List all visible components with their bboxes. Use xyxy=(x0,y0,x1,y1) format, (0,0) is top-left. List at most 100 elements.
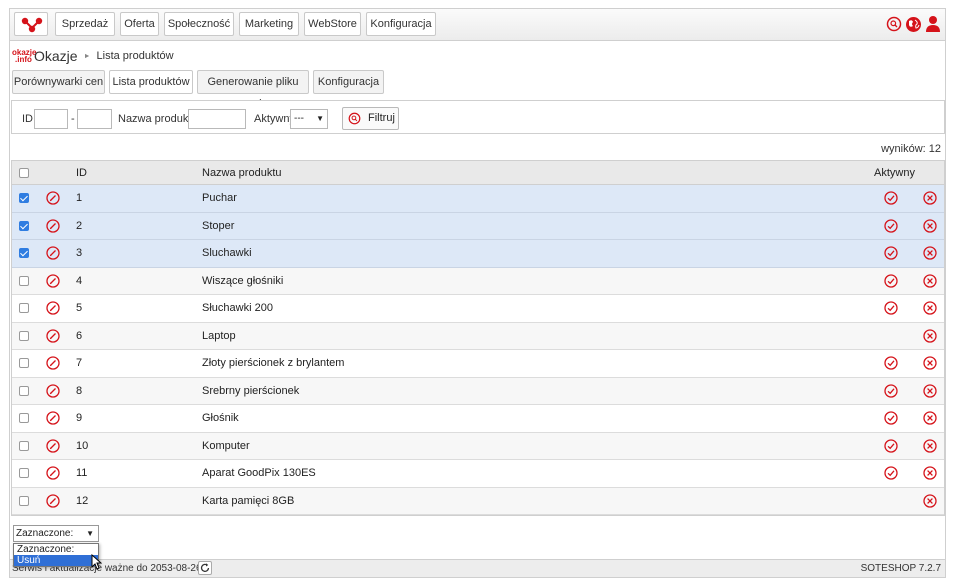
edit-icon[interactable] xyxy=(46,466,60,480)
search-icon[interactable] xyxy=(886,16,902,32)
active-check-icon[interactable] xyxy=(884,301,898,315)
row-name[interactable]: Słuchawki 200 xyxy=(202,302,273,314)
active-select[interactable]: --- ▼ xyxy=(290,109,328,129)
table-row[interactable]: 4 Wiszące głośniki xyxy=(12,267,944,295)
row-name[interactable]: Złoty pierścionek z brylantem xyxy=(202,357,344,369)
table-row[interactable]: 10 Komputer xyxy=(12,432,944,460)
row-name[interactable]: Aparat GoodPix 130ES xyxy=(202,467,316,479)
header-active[interactable]: Aktywny xyxy=(874,167,915,179)
tab-generowanie-pliku-xml[interactable]: Generowanie pliku xml xyxy=(197,70,309,110)
edit-icon[interactable] xyxy=(46,384,60,398)
bulk-option-usun[interactable]: Usuń xyxy=(14,555,98,566)
tab-porownywarki-cen[interactable]: Porównywarki cen xyxy=(12,70,105,94)
edit-icon[interactable] xyxy=(46,411,60,425)
row-checkbox[interactable] xyxy=(19,495,29,506)
product-name-input[interactable] xyxy=(188,109,246,129)
nav-sprzedaz[interactable]: Sprzedaż xyxy=(55,12,115,36)
delete-icon[interactable] xyxy=(923,301,937,315)
table-row[interactable]: 12 Karta pamięci 8GB xyxy=(12,487,944,515)
edit-icon[interactable] xyxy=(46,219,60,233)
active-check-icon[interactable] xyxy=(884,274,898,288)
header-id[interactable]: ID xyxy=(76,167,87,179)
edit-icon[interactable] xyxy=(46,274,60,288)
row-name[interactable]: Puchar xyxy=(202,192,237,204)
row-name[interactable]: Wiszące głośniki xyxy=(202,275,283,287)
edit-icon[interactable] xyxy=(46,191,60,205)
home-logo-button[interactable] xyxy=(14,12,48,36)
active-check-icon[interactable] xyxy=(884,411,898,425)
delete-icon[interactable] xyxy=(923,439,937,453)
delete-icon[interactable] xyxy=(923,384,937,398)
delete-icon[interactable] xyxy=(923,274,937,288)
refresh-button[interactable] xyxy=(198,561,212,575)
table-row[interactable]: 11 Aparat GoodPix 130ES xyxy=(12,460,944,488)
delete-icon[interactable] xyxy=(923,191,937,205)
tab-konfiguracja[interactable]: Konfiguracja xyxy=(313,70,384,94)
edit-icon[interactable] xyxy=(46,494,60,508)
row-checkbox[interactable] xyxy=(19,330,29,341)
row-name[interactable]: Srebrny pierścionek xyxy=(202,385,299,397)
table-row[interactable]: 5 Słuchawki 200 xyxy=(12,295,944,323)
delete-icon[interactable] xyxy=(923,466,937,480)
table-row[interactable]: 7 Złoty pierścionek z brylantem xyxy=(12,350,944,378)
delete-icon[interactable] xyxy=(923,411,937,425)
id-from-input[interactable] xyxy=(34,109,68,129)
user-icon[interactable] xyxy=(925,15,941,33)
delete-icon[interactable] xyxy=(923,219,937,233)
active-check-icon[interactable] xyxy=(884,219,898,233)
edit-icon[interactable] xyxy=(46,356,60,370)
nav-marketing[interactable]: Marketing xyxy=(239,12,299,36)
active-check-icon[interactable] xyxy=(884,356,898,370)
globe-icon[interactable] xyxy=(905,16,922,33)
edit-icon[interactable] xyxy=(46,301,60,315)
id-to-input[interactable] xyxy=(77,109,112,129)
row-checkbox[interactable] xyxy=(19,248,29,259)
table-row[interactable]: 1 Puchar xyxy=(12,185,944,213)
row-checkbox[interactable] xyxy=(19,275,29,286)
row-name[interactable]: Karta pamięci 8GB xyxy=(202,495,294,507)
breadcrumb-title[interactable]: Okazje xyxy=(34,48,78,64)
row-checkbox[interactable] xyxy=(19,220,29,231)
tab-lista-produktow[interactable]: Lista produktów xyxy=(109,70,193,94)
row-name[interactable]: Głośnik xyxy=(202,412,239,424)
nav-spolecznosc[interactable]: Społeczność xyxy=(164,12,234,36)
active-check-icon[interactable] xyxy=(884,246,898,260)
table-row[interactable]: 8 Srebrny pierścionek xyxy=(12,377,944,405)
nav-webstore[interactable]: WebStore xyxy=(304,12,361,36)
table-row[interactable]: 6 Laptop xyxy=(12,322,944,350)
row-checkbox[interactable] xyxy=(19,468,29,479)
edit-icon[interactable] xyxy=(46,439,60,453)
row-checkbox[interactable] xyxy=(19,440,29,451)
select-all-checkbox[interactable] xyxy=(19,167,29,178)
nav-konfiguracja[interactable]: Konfiguracja xyxy=(366,12,436,36)
bulk-action-dropdown: Zaznaczone: Usuń xyxy=(13,543,99,567)
delete-icon[interactable] xyxy=(923,494,937,508)
delete-icon[interactable] xyxy=(923,356,937,370)
active-check-icon[interactable] xyxy=(884,191,898,205)
active-check-icon[interactable] xyxy=(884,466,898,480)
table-row[interactable]: 3 Sluchawki xyxy=(12,240,944,268)
delete-icon[interactable] xyxy=(923,329,937,343)
row-checkbox[interactable] xyxy=(19,358,29,369)
bulk-action-select[interactable]: Zaznaczone: ▼ xyxy=(13,525,99,542)
header-name[interactable]: Nazwa produktu xyxy=(202,167,282,179)
table-row[interactable]: 9 Głośnik xyxy=(12,405,944,433)
edit-icon[interactable] xyxy=(46,329,60,343)
row-checkbox[interactable] xyxy=(19,193,29,204)
filter-button[interactable]: Filtruj xyxy=(342,107,399,130)
active-check-icon[interactable] xyxy=(884,439,898,453)
row-checkbox[interactable] xyxy=(19,413,29,424)
delete-icon[interactable] xyxy=(923,246,937,260)
row-checkbox[interactable] xyxy=(19,303,29,314)
row-name[interactable]: Komputer xyxy=(202,440,250,452)
table-row[interactable]: 2 Stoper xyxy=(12,212,944,240)
row-checkbox[interactable] xyxy=(19,385,29,396)
table-header: ID Nazwa produktu Aktywny xyxy=(12,161,944,185)
active-check-icon[interactable] xyxy=(884,384,898,398)
bulk-option-zaznaczone[interactable]: Zaznaczone: xyxy=(14,544,98,555)
edit-icon[interactable] xyxy=(46,246,60,260)
row-name[interactable]: Sluchawki xyxy=(202,247,252,259)
nav-oferta[interactable]: Oferta xyxy=(120,12,159,36)
row-name[interactable]: Laptop xyxy=(202,330,236,342)
row-name[interactable]: Stoper xyxy=(202,220,234,232)
